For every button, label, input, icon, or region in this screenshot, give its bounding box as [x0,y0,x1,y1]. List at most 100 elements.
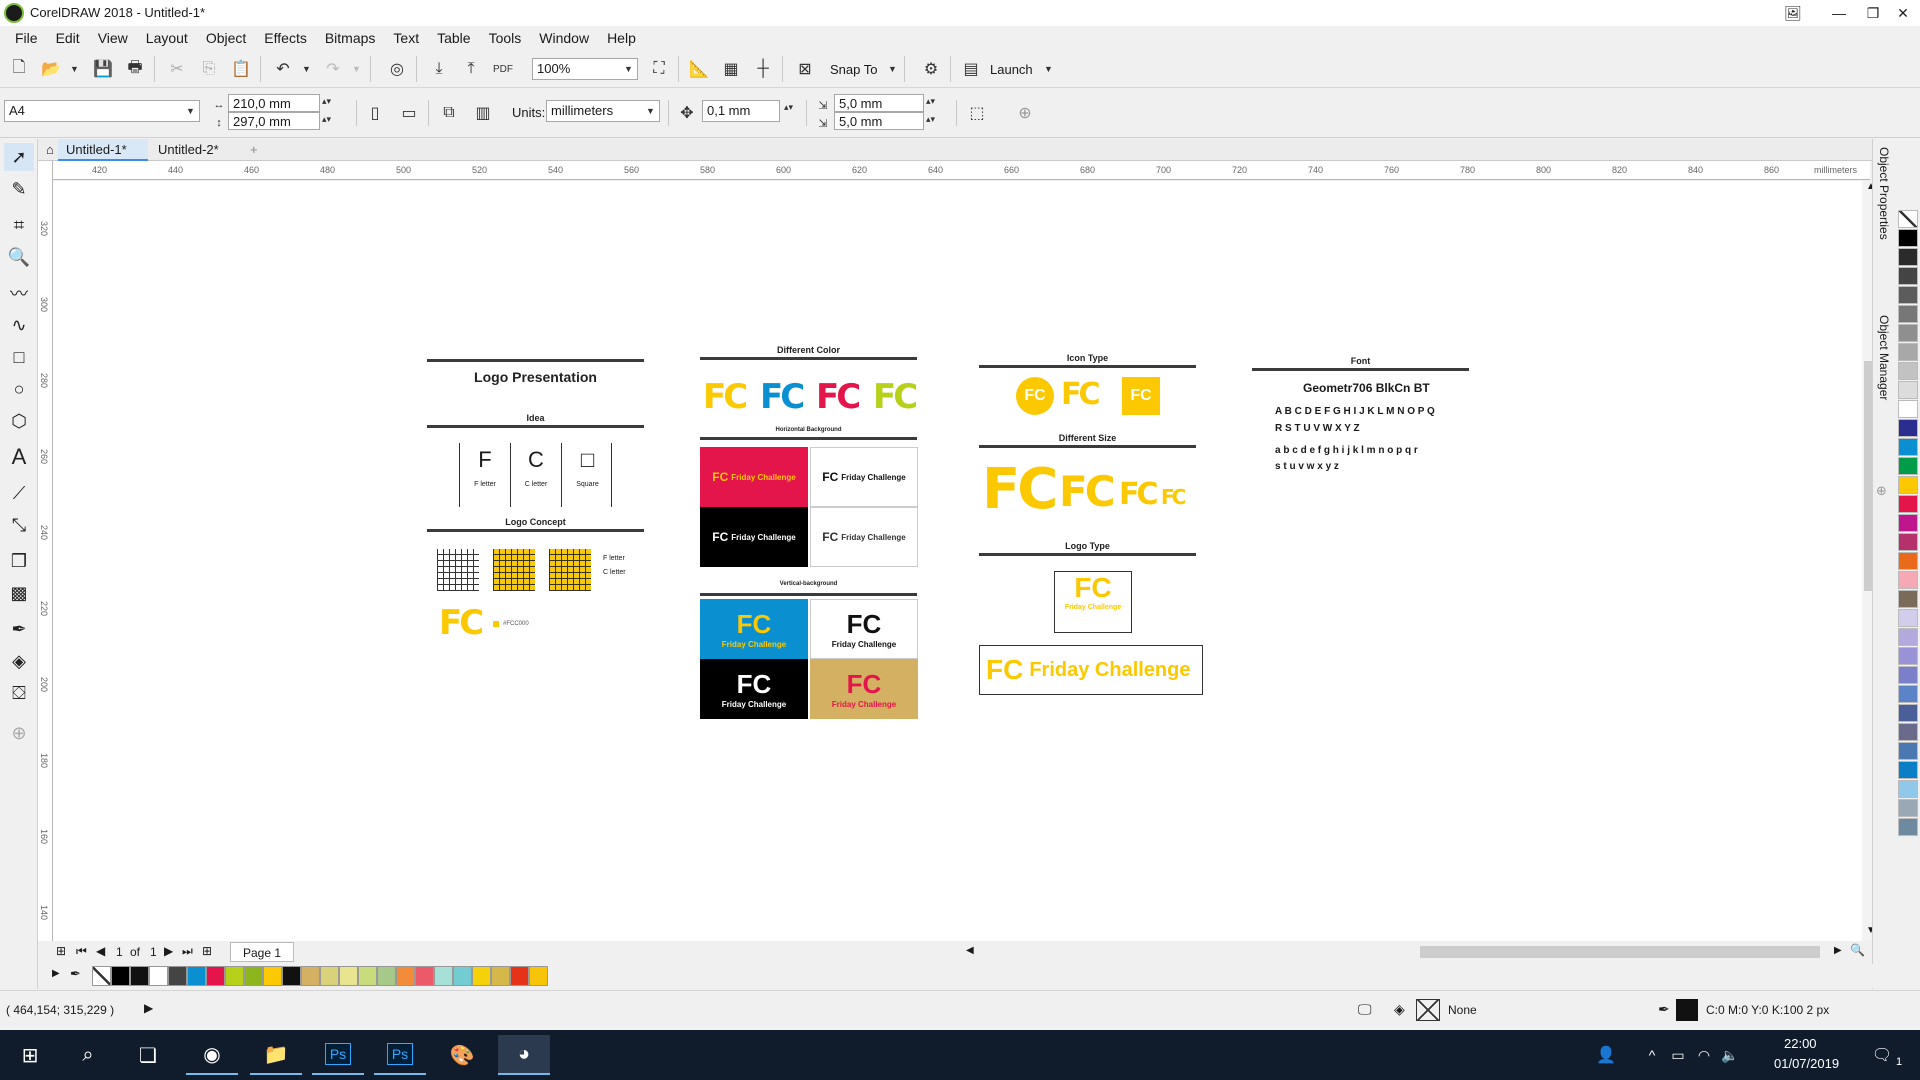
transparency-tool-icon[interactable]: ▩ [4,579,34,607]
options-gear-icon[interactable]: ⚙ [918,56,944,82]
units-dropdown-icon[interactable]: ▼ [646,106,655,116]
palette-swatch[interactable] [1898,381,1918,399]
add-property-icon[interactable]: ⊕ [1012,100,1038,126]
document-palette-swatch[interactable] [453,966,472,986]
menu-edit[interactable]: Edit [47,30,89,46]
connector-tool-icon[interactable]: ⤡ [4,511,34,539]
show-guidelines-icon[interactable]: ┼ [750,56,776,82]
chrome-icon[interactable]: ◉ [186,1035,238,1075]
palette-swatch[interactable] [1898,210,1918,228]
color-eyedropper-icon[interactable]: ✒ [4,615,34,643]
palette-swatch[interactable] [1898,438,1918,456]
page-1-tab[interactable]: Page 1 [230,942,295,962]
outline-pen-icon[interactable]: ✒ [1658,1001,1670,1018]
units-select[interactable]: millimeters [546,100,660,122]
launch-icon[interactable]: ▤ [958,56,984,82]
help-window-icon[interactable]: 🖼 [1770,0,1816,26]
rectangle-tool-icon[interactable]: □ [4,343,34,371]
menu-effects[interactable]: Effects [255,30,316,46]
document-palette-swatch[interactable] [111,966,130,986]
duplicate-x-input[interactable]: 5,0 mm [834,94,924,112]
document-palette-swatch[interactable] [263,966,282,986]
palette-swatch[interactable] [1898,343,1918,361]
battery-icon[interactable]: ▭ [1666,1035,1690,1075]
copy-icon[interactable]: ⎘ [196,56,222,82]
menu-layout[interactable]: Layout [137,30,197,46]
open-dropdown-icon[interactable]: ▼ [70,64,79,74]
status-expand-icon[interactable]: ▶ [144,1001,153,1015]
windows-start-icon[interactable]: ⊞ [4,1035,56,1075]
print-icon[interactable]: 🖶 [122,56,148,82]
palette-swatch[interactable] [1898,818,1918,836]
vertical-ruler[interactable]: 320 300 280 260 240 220 200 180 160 140 [38,161,53,941]
dup-x-spinner-icon[interactable]: ▴▾ [926,96,935,107]
landscape-icon[interactable]: ▭ [396,100,422,126]
palette-swatch[interactable] [1898,476,1918,494]
menu-bitmaps[interactable]: Bitmaps [316,30,385,46]
document-palette-swatch[interactable] [377,966,396,986]
page-width-input[interactable]: 210,0 mm [228,94,320,112]
shape-tool-icon[interactable]: ✎ [4,175,34,203]
search-content-icon[interactable]: ◎ [384,56,410,82]
menu-text[interactable]: Text [384,30,428,46]
first-page-icon[interactable]: ⏮ [76,944,87,959]
palette-swatch[interactable] [1898,514,1918,532]
palette-swatch[interactable] [1898,590,1918,608]
document-palette-swatch[interactable] [415,966,434,986]
palette-swatch[interactable] [1898,400,1918,418]
add-tool-icon[interactable]: ⊕ [4,719,34,747]
zoom-level-input[interactable]: 100% [532,58,638,80]
palette-swatch[interactable] [1898,609,1918,627]
prev-page-icon[interactable]: ◀ [96,944,105,958]
smart-fill-icon[interactable]: ⛋ [4,679,34,707]
portrait-icon[interactable]: ▯ [362,100,388,126]
palette-swatch[interactable] [1898,324,1918,342]
dup-y-spinner-icon[interactable]: ▴▾ [926,114,935,125]
show-hidden-icons-icon[interactable]: ^ [1640,1035,1664,1075]
page-size-dropdown-icon[interactable]: ▼ [186,106,195,116]
launch-dropdown-icon[interactable]: ▼ [1044,64,1053,74]
zoom-tool-icon[interactable]: 🔍 [4,243,34,271]
zoom-nav-icon[interactable]: 🔍 [1850,943,1865,957]
document-palette-swatch[interactable] [206,966,225,986]
last-page-icon[interactable]: ⏭ [182,944,193,959]
palette-swatch[interactable] [1898,647,1918,665]
redo-dropdown-icon[interactable]: ▼ [352,64,361,74]
document-palette-swatch[interactable] [529,966,548,986]
menu-table[interactable]: Table [428,30,479,46]
snap-dropdown-icon[interactable]: ▼ [888,64,897,74]
wifi-icon[interactable]: ◠ [1692,1035,1716,1075]
palette-swatch[interactable] [1898,362,1918,380]
drawing-canvas[interactable]: Logo Presentation Idea F F letter C C le… [53,181,1862,941]
add-page-before-icon[interactable]: ⊞ [56,944,66,958]
object-properties-tab[interactable]: Object Properties [1877,147,1891,240]
tab-untitled-1[interactable]: Untitled-1* [58,139,148,161]
welcome-home-icon[interactable]: ⌂ [38,139,58,161]
document-palette-swatch[interactable] [282,966,301,986]
new-document-icon[interactable]: 🗋 [6,56,32,82]
text-tool-icon[interactable]: A [4,443,34,471]
palette-swatch[interactable] [1898,495,1918,513]
new-tab-icon[interactable]: + [242,139,262,161]
freehand-tool-icon[interactable]: 〰 [4,279,34,307]
snap-to-label[interactable]: Snap To [830,62,877,77]
document-palette-swatch[interactable] [434,966,453,986]
palette-swatch[interactable] [1898,571,1918,589]
document-palette-swatch[interactable] [396,966,415,986]
palette-swatch[interactable] [1898,799,1918,817]
clock-date[interactable]: 01/07/2019 [1774,1056,1839,1071]
all-pages-icon[interactable]: ⧉ [436,100,462,126]
no-fill-swatch[interactable] [1416,999,1440,1021]
palette-swatch[interactable] [1898,533,1918,551]
snap-off-icon[interactable]: ⊠ [792,56,818,82]
next-page-icon[interactable]: ▶ [164,944,173,958]
menu-view[interactable]: View [89,30,137,46]
fill-bucket-icon[interactable]: ◈ [1394,1001,1405,1018]
add-page-after-icon[interactable]: ⊞ [202,944,212,958]
launch-label[interactable]: Launch [990,62,1033,77]
volume-icon[interactable]: 🔈 [1718,1035,1742,1075]
palette-swatch[interactable] [1898,552,1918,570]
palette-swatch[interactable] [1898,742,1918,760]
paint-icon[interactable]: 🎨 [436,1035,488,1075]
document-palette-swatch[interactable] [92,966,111,986]
